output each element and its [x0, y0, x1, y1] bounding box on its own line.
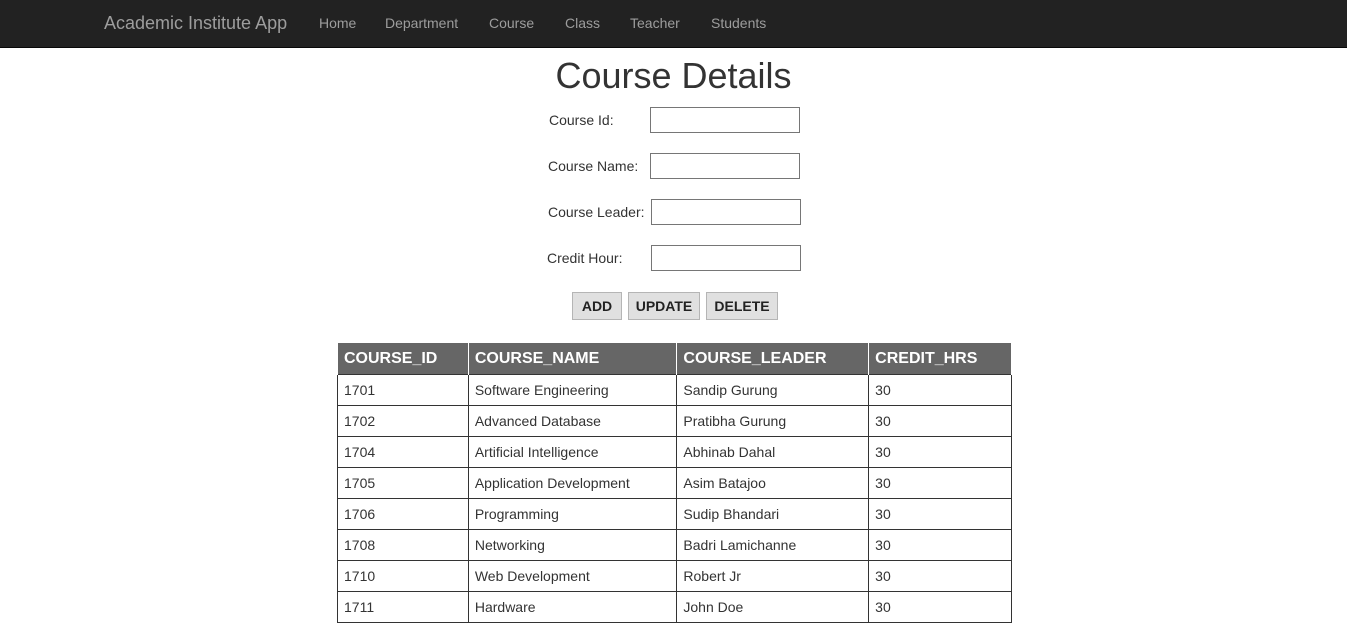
- course-leader-label: Course Leader:: [548, 204, 645, 220]
- cell-course-name: Artificial Intelligence: [467, 436, 678, 468]
- cell-course-id: 1705: [337, 467, 469, 499]
- credit-hour-label: Credit Hour:: [547, 250, 623, 266]
- cell-credit-hrs: 30: [868, 591, 1012, 623]
- update-button[interactable]: UPDATE: [628, 292, 700, 320]
- table-row[interactable]: 1710 Web Development Robert Jr 30: [337, 560, 1012, 592]
- cell-course-name: Programming: [467, 498, 678, 530]
- cell-course-id: 1710: [337, 560, 469, 592]
- course-name-input[interactable]: [650, 153, 800, 179]
- nav-link-teacher[interactable]: Teacher: [630, 15, 680, 31]
- cell-course-id: 1701: [337, 374, 469, 406]
- cell-course-leader: Asim Batajoo: [676, 467, 870, 499]
- table-row[interactable]: 1704 Artificial Intelligence Abhinab Dah…: [337, 436, 1012, 468]
- cell-course-leader: Sudip Bhandari: [676, 498, 870, 530]
- cell-course-leader: Abhinab Dahal: [676, 436, 870, 468]
- cell-course-leader: John Doe: [676, 591, 870, 623]
- course-id-input[interactable]: [650, 107, 800, 133]
- table-row[interactable]: 1702 Advanced Database Pratibha Gurung 3…: [337, 405, 1012, 437]
- nav-link-home[interactable]: Home: [319, 15, 356, 31]
- cell-course-id: 1708: [337, 529, 469, 561]
- cell-course-name: Hardware: [467, 591, 678, 623]
- header-course-id: COURSE_ID: [337, 342, 469, 375]
- cell-credit-hrs: 30: [868, 405, 1012, 437]
- cell-course-id: 1711: [337, 591, 469, 623]
- cell-credit-hrs: 30: [868, 560, 1012, 592]
- nav-link-students[interactable]: Students: [711, 15, 766, 31]
- cell-course-leader: Robert Jr: [676, 560, 870, 592]
- cell-course-id: 1704: [337, 436, 469, 468]
- course-id-label: Course Id:: [549, 112, 614, 128]
- cell-course-leader: Badri Lamichanne: [676, 529, 870, 561]
- course-table: COURSE_ID COURSE_NAME COURSE_LEADER CRED…: [337, 342, 1012, 623]
- nav-link-department[interactable]: Department: [385, 15, 458, 31]
- cell-course-leader: Pratibha Gurung: [676, 405, 870, 437]
- table-row[interactable]: 1711 Hardware John Doe 30: [337, 591, 1012, 623]
- table-row[interactable]: 1708 Networking Badri Lamichanne 30: [337, 529, 1012, 561]
- cell-course-name: Networking: [467, 529, 678, 561]
- page-title: Course Details: [555, 55, 792, 96]
- cell-course-name: Advanced Database: [467, 405, 678, 437]
- cell-credit-hrs: 30: [868, 374, 1012, 406]
- cell-credit-hrs: 30: [868, 498, 1012, 530]
- cell-course-id: 1706: [337, 498, 469, 530]
- nav-link-course[interactable]: Course: [489, 15, 534, 31]
- cell-course-name: Web Development: [467, 560, 678, 592]
- cell-credit-hrs: 30: [868, 467, 1012, 499]
- table-row[interactable]: 1705 Application Development Asim Batajo…: [337, 467, 1012, 499]
- table-row[interactable]: 1706 Programming Sudip Bhandari 30: [337, 498, 1012, 530]
- add-button[interactable]: ADD: [572, 292, 622, 320]
- header-course-leader: COURSE_LEADER: [676, 342, 870, 375]
- nav-link-class[interactable]: Class: [565, 15, 600, 31]
- course-name-label: Course Name:: [548, 158, 639, 174]
- credit-hour-input[interactable]: [651, 245, 801, 271]
- cell-course-name: Application Development: [467, 467, 678, 499]
- cell-credit-hrs: 30: [868, 529, 1012, 561]
- header-credit-hrs: CREDIT_HRS: [868, 342, 1012, 375]
- cell-course-leader: Sandip Gurung: [676, 374, 870, 406]
- course-leader-input[interactable]: [651, 199, 801, 225]
- cell-course-id: 1702: [337, 405, 469, 437]
- table-row[interactable]: 1701 Software Engineering Sandip Gurung …: [337, 374, 1012, 406]
- brand-link[interactable]: Academic Institute App: [104, 13, 287, 34]
- header-course-name: COURSE_NAME: [467, 342, 678, 375]
- delete-button[interactable]: DELETE: [706, 292, 778, 320]
- cell-credit-hrs: 30: [868, 436, 1012, 468]
- table-header-row: COURSE_ID COURSE_NAME COURSE_LEADER CRED…: [337, 342, 1012, 375]
- navbar: Academic Institute App Home Department C…: [0, 0, 1347, 48]
- cell-course-name: Software Engineering: [467, 374, 678, 406]
